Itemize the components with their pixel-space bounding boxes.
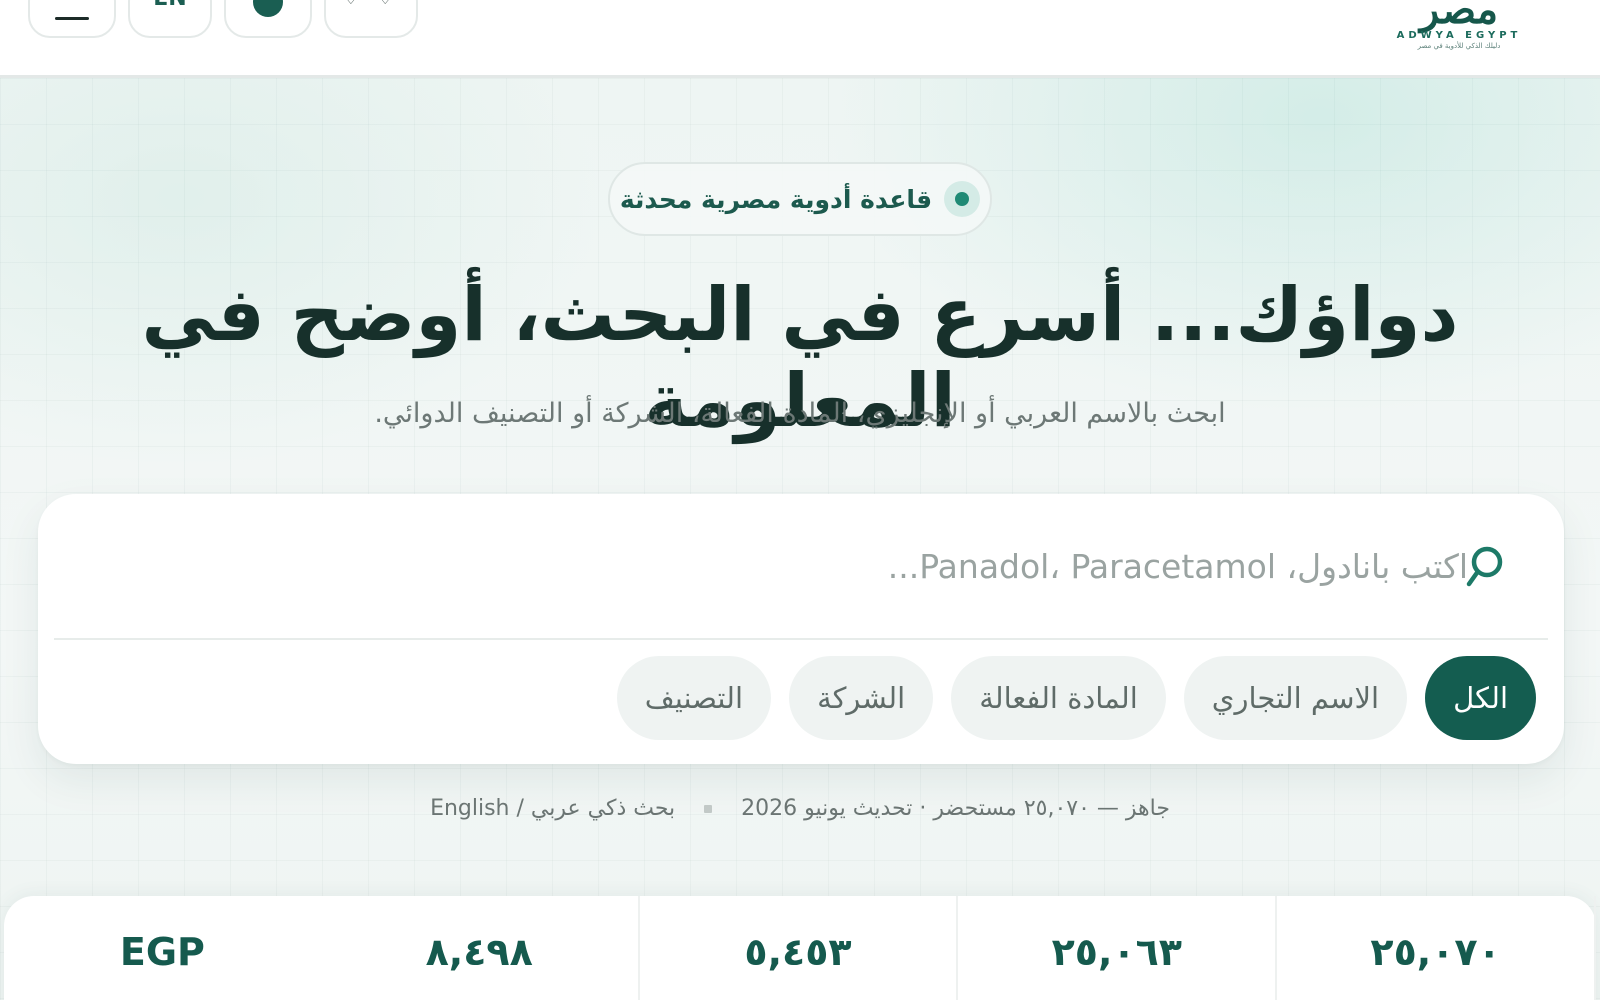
search-input[interactable] — [98, 530, 1468, 602]
stat-value: ٢٥,٠٧٠ — [1370, 930, 1501, 974]
stat-total-products: ٢٥,٠٧٠ — [1277, 896, 1596, 1000]
status-dot-icon — [944, 181, 981, 217]
status-ready-text: جاهز — ٢٥,٠٧٠ مستحضر · تحديث يونيو 2026 — [741, 796, 1170, 821]
logo-tagline: دليلك الذكي للأدوية في مصر — [1417, 42, 1501, 50]
stat-value: ٥,٤٥٣ — [744, 930, 852, 974]
filter-chip-company[interactable]: الشركة — [789, 656, 934, 740]
language-toggle-button[interactable]: EN — [128, 0, 212, 38]
search-icon[interactable] — [1464, 544, 1506, 590]
search-divider — [54, 638, 1548, 640]
filter-chip-brand-name[interactable]: الاسم التجاري — [1183, 656, 1408, 740]
status-line: جاهز — ٢٥,٠٧٠ مستحضر · تحديث يونيو 2026 … — [100, 796, 1500, 821]
stat-value: ٢٥,٠٦٣ — [1051, 930, 1182, 974]
hamburger-icon — [55, 16, 89, 20]
logo-english-name: ADWYA EGYPT — [1396, 30, 1522, 41]
badge-label: قاعدة أدوية مصرية محدثة — [619, 184, 933, 214]
search-card: الكل الاسم التجاري المادة الفعالة الشركة… — [38, 494, 1564, 764]
stat-value: ٨,٤٩٨ — [425, 930, 533, 974]
stat-value: EGP — [119, 930, 205, 974]
status-search-mode-text: بحث ذكي عربي / English — [430, 796, 676, 821]
stat-active-ingredients: ٥,٤٥٣ — [640, 896, 959, 1000]
stat-priced-products: ٢٥,٠٦٣ — [958, 896, 1278, 1000]
menu-button[interactable] — [28, 0, 116, 38]
heart-icon: ♡ ♡ — [343, 0, 400, 9]
search-row — [38, 494, 1564, 638]
filter-chip-category[interactable]: التصنيف — [616, 656, 772, 740]
filter-chips: الكل الاسم التجاري المادة الفعالة الشركة… — [616, 656, 1536, 740]
status-separator — [704, 805, 713, 813]
database-badge: قاعدة أدوية مصرية محدثة — [608, 162, 992, 236]
logo-mark: مصر — [1419, 0, 1499, 33]
stat-currency: EGP — [4, 896, 321, 1000]
logo[interactable]: مصر ADWYA EGYPT دليلك الذكي للأدوية في م… — [1384, 0, 1534, 58]
theme-icon — [253, 0, 283, 17]
stats-bar: ٢٥,٠٧٠ ٢٥,٠٦٣ ٥,٤٥٣ ٨,٤٩٨ EGP — [4, 896, 1596, 1000]
filter-chip-all[interactable]: الكل — [1425, 656, 1536, 740]
theme-toggle-button[interactable] — [224, 0, 312, 38]
stat-companies: ٨,٤٩٨ — [321, 896, 640, 1000]
favorites-button[interactable]: ♡ ♡ — [324, 0, 418, 38]
filter-chip-active-ingredient[interactable]: المادة الفعالة — [951, 656, 1166, 740]
top-header: EN ♡ ♡ مصر ADWYA EGYPT دليلك الذكي للأدو… — [0, 0, 1600, 78]
page-subtitle: ابحث بالاسم العربي أو الإنجليزي، المادة … — [374, 398, 1226, 429]
language-label: EN — [153, 0, 186, 11]
